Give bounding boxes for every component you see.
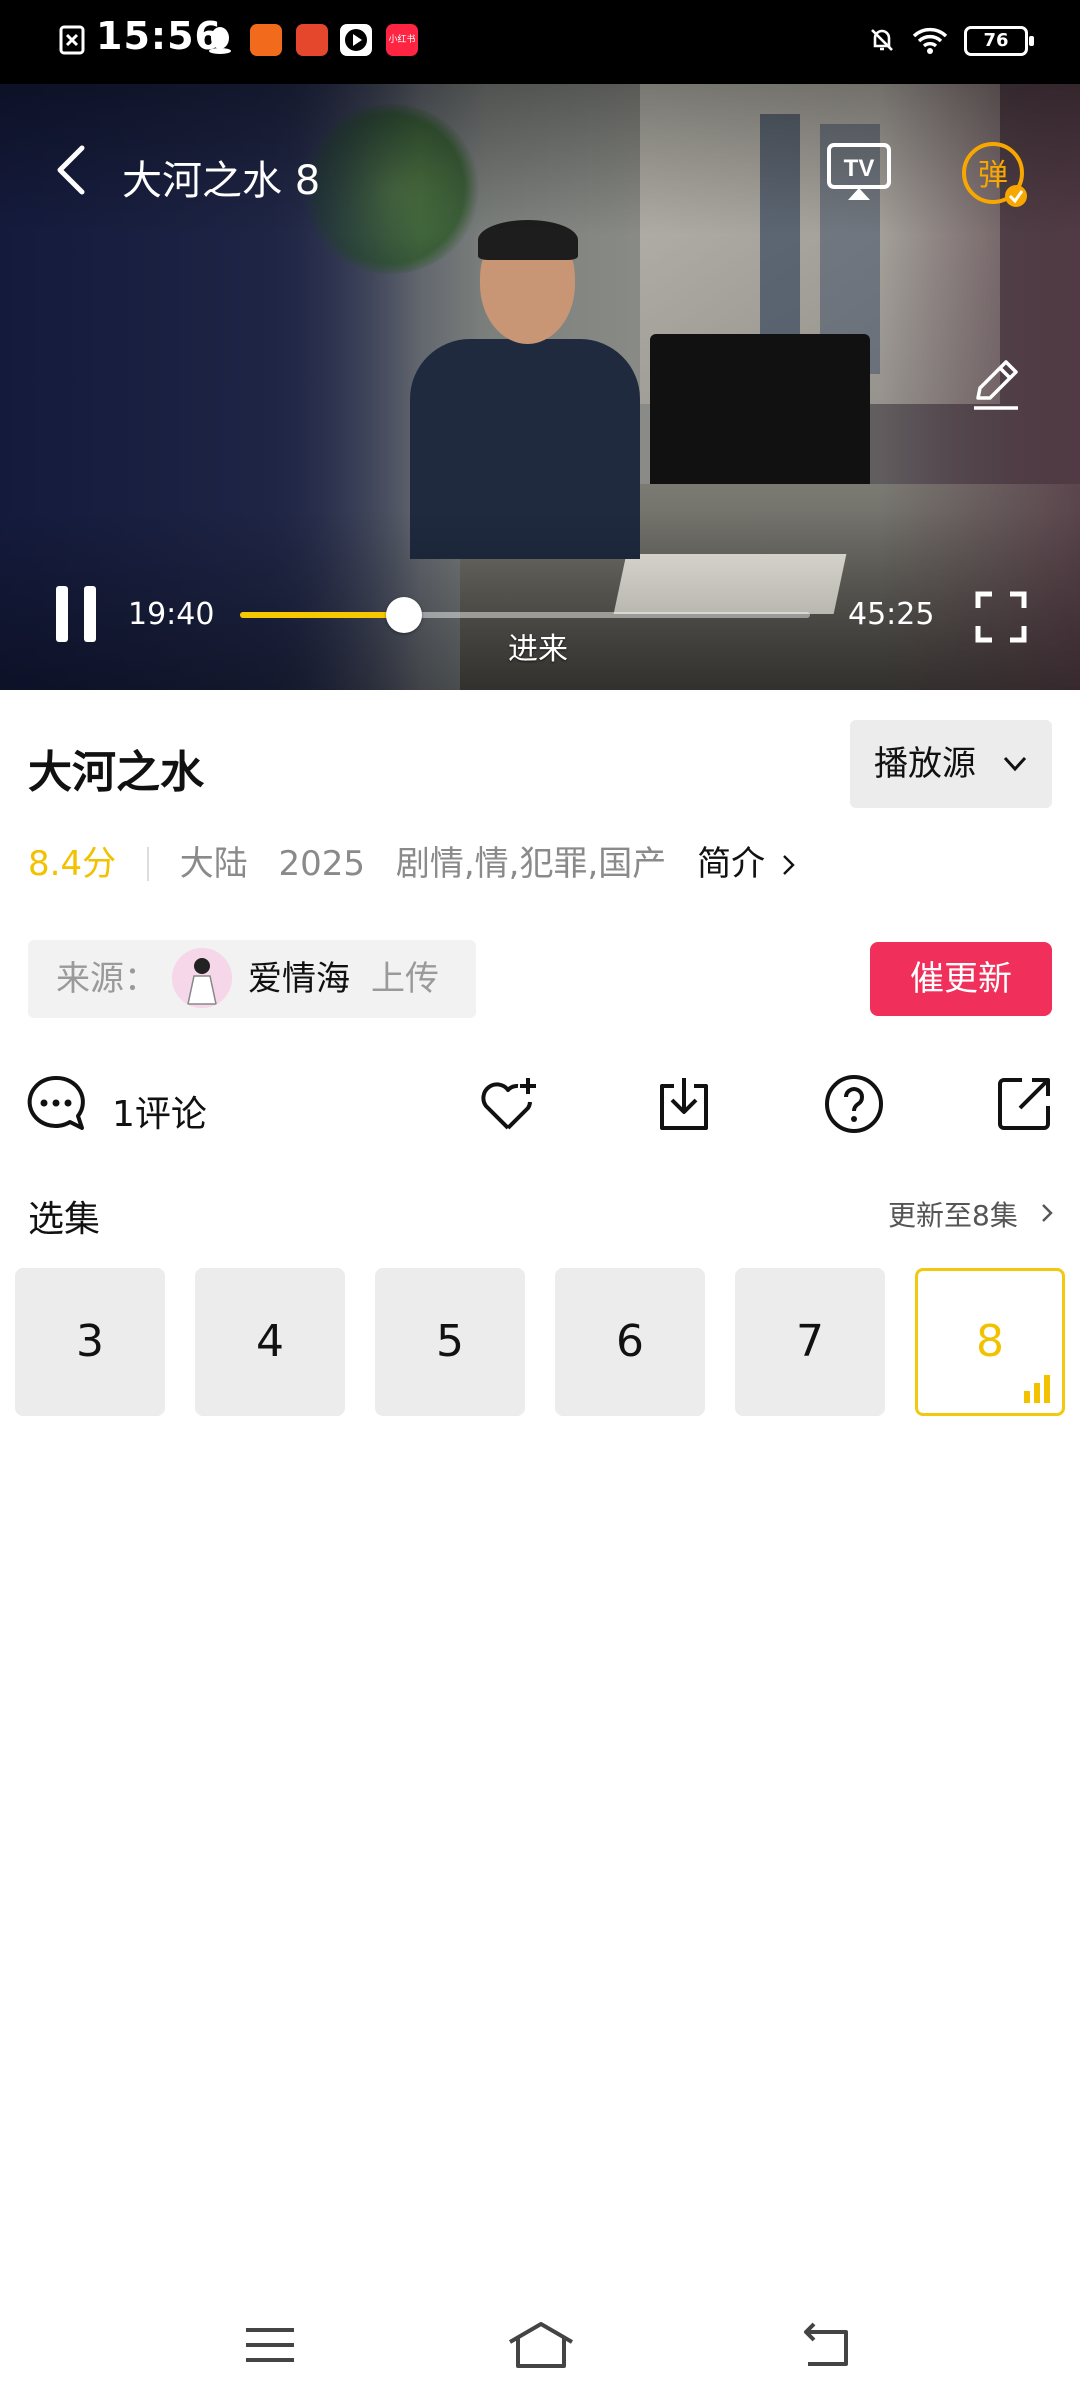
status-bar: 15:56 小红书 76 bbox=[0, 0, 1080, 84]
show-title: 大河之水 bbox=[28, 747, 204, 798]
video-player[interactable]: 大河之水 8 TV 弹 19:40 进来 45:25 bbox=[0, 84, 1080, 690]
sim-card-icon bbox=[59, 25, 85, 55]
pause-icon[interactable] bbox=[54, 586, 98, 642]
comment-icon[interactable] bbox=[24, 1072, 88, 1136]
urge-update-button[interactable]: 催更新 bbox=[870, 942, 1052, 1016]
mute-bell-icon bbox=[871, 29, 893, 51]
progress-thumb[interactable] bbox=[385, 597, 422, 633]
comment-count[interactable]: 1评论 bbox=[112, 1085, 207, 1137]
tv-label: TV bbox=[844, 155, 875, 182]
episode-item-active[interactable]: 8 bbox=[915, 1268, 1065, 1416]
upload-label: 上传 bbox=[371, 959, 439, 999]
danmaku-icon[interactable]: 弹 bbox=[960, 140, 1030, 210]
favorite-add-icon[interactable] bbox=[476, 1072, 540, 1136]
edit-icon[interactable] bbox=[966, 354, 1026, 414]
pause-bar bbox=[84, 586, 96, 642]
pause-bar bbox=[56, 586, 68, 642]
xiaohongshu-icon: 小红书 bbox=[386, 24, 418, 56]
episode-item[interactable]: 4 bbox=[195, 1268, 345, 1416]
progress-fill bbox=[240, 612, 404, 618]
back-nav-icon[interactable] bbox=[794, 2320, 854, 2370]
game-icon bbox=[296, 24, 328, 56]
battery-icon: 76 bbox=[964, 26, 1034, 56]
episode-item[interactable]: 7 bbox=[735, 1268, 885, 1416]
episode-update-text[interactable]: 更新至8集 bbox=[888, 1194, 1018, 1234]
uploader-source[interactable]: 来源： 爱情海 上传 bbox=[28, 940, 476, 1018]
episode-item[interactable]: 6 bbox=[555, 1268, 705, 1416]
total-time: 45:25 bbox=[848, 597, 935, 632]
menu-icon[interactable] bbox=[240, 2320, 300, 2370]
fullscreen-icon[interactable] bbox=[974, 590, 1028, 644]
subtitle-text: 进来 bbox=[508, 632, 568, 667]
chevron-right-icon[interactable] bbox=[1040, 1202, 1054, 1224]
rating-score: 8.4分 bbox=[28, 844, 117, 884]
episode-number: 8 bbox=[976, 1316, 1004, 1367]
app-icon bbox=[250, 24, 282, 56]
qq-icon bbox=[209, 27, 231, 54]
uploader-name[interactable]: 爱情海 bbox=[248, 940, 350, 1018]
wifi-icon bbox=[912, 27, 948, 54]
show-meta: 8.4分 大陆 2025 剧情,情,犯罪,国产 简介 bbox=[28, 836, 796, 885]
source-label: 来源： bbox=[56, 959, 158, 999]
video-icon bbox=[340, 24, 372, 56]
chevron-right-icon[interactable] bbox=[782, 853, 796, 877]
episode-heading: 选集 bbox=[28, 1199, 101, 1240]
back-icon[interactable] bbox=[48, 140, 98, 200]
episode-item[interactable]: 5 bbox=[375, 1268, 525, 1416]
current-time: 19:40 bbox=[128, 597, 215, 632]
play-source-label: 播放源 bbox=[874, 744, 976, 784]
intro-link[interactable]: 简介 bbox=[697, 844, 765, 884]
year-tag: 2025 bbox=[278, 844, 366, 884]
uploader-avatar[interactable] bbox=[172, 948, 232, 1008]
home-icon[interactable] bbox=[506, 2320, 576, 2370]
danmaku-label: 弹 bbox=[978, 158, 1008, 193]
share-icon[interactable] bbox=[992, 1072, 1056, 1136]
player-title: 大河之水 8 bbox=[122, 158, 321, 204]
progress-bar[interactable] bbox=[240, 597, 810, 633]
tv-cast-icon[interactable]: TV bbox=[826, 142, 892, 202]
episode-item[interactable]: 3 bbox=[15, 1268, 165, 1416]
region-tag: 大陆 bbox=[179, 844, 248, 884]
divider bbox=[146, 847, 149, 881]
chevron-down-icon bbox=[1003, 756, 1027, 772]
play-source-button[interactable]: 播放源 bbox=[850, 720, 1052, 808]
download-icon[interactable] bbox=[652, 1072, 716, 1136]
help-icon[interactable] bbox=[822, 1072, 886, 1136]
genre-tags: 剧情,情,犯罪,国产 bbox=[395, 844, 667, 884]
playing-bars-icon bbox=[1024, 1375, 1050, 1403]
